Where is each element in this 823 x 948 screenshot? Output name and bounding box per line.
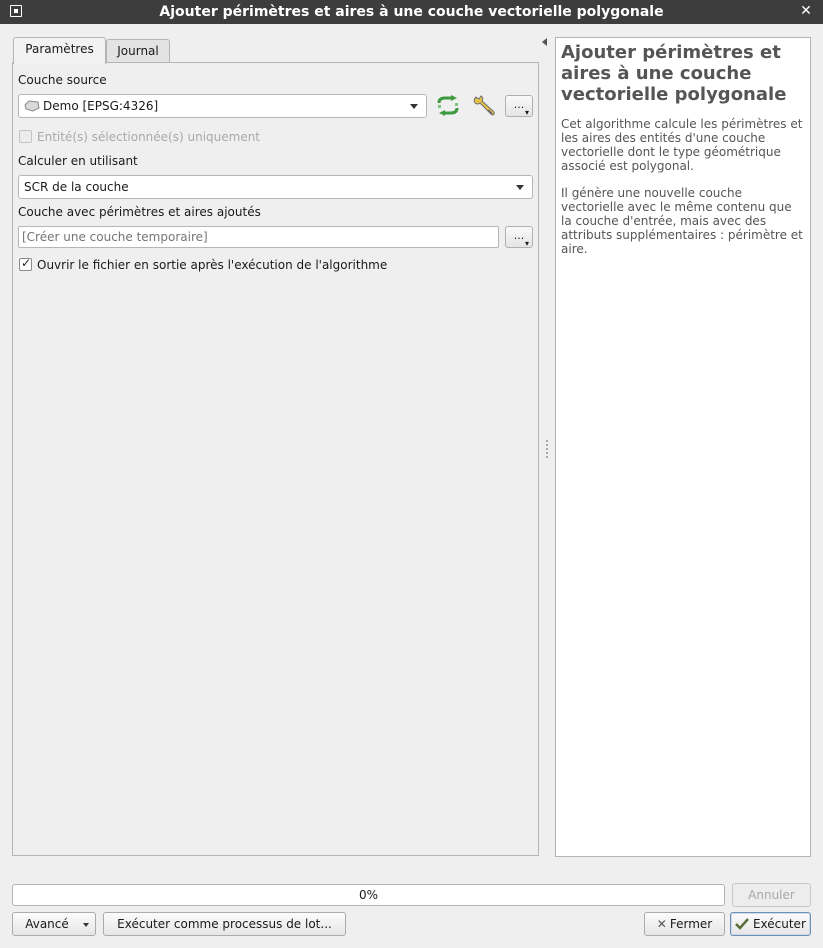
source-layer-value: Demo [EPSG:4326] — [43, 99, 159, 113]
help-paragraph: Cet algorithme calcule les périmètres et… — [561, 117, 803, 173]
source-layer-combo[interactable]: Demo [EPSG:4326] — [18, 94, 427, 118]
open-output-checkbox[interactable]: ✓ — [19, 256, 32, 271]
run-button[interactable]: Exécuter — [730, 912, 811, 936]
open-output-label: Ouvrir le fichier en sortie après l'exéc… — [37, 258, 388, 272]
help-title: Ajouter périmètres et aires à une couche… — [561, 42, 787, 105]
chevron-down-icon — [516, 185, 524, 190]
batch-process-button[interactable]: Exécuter comme processus de lot... — [103, 912, 346, 936]
chevron-down-icon — [83, 923, 89, 927]
progress-bar: 0% — [12, 884, 725, 906]
close-icon[interactable]: ✕ — [799, 3, 813, 19]
output-layer-label: Couche avec périmètres et aires ajoutés — [18, 205, 261, 219]
selected-only-checkbox[interactable] — [19, 130, 32, 143]
calc-using-value: SCR de la couche — [24, 180, 129, 194]
source-layer-options-button[interactable]: ... ▾ — [505, 95, 533, 117]
chevron-down-icon: ▾ — [524, 239, 529, 248]
chevron-down-icon — [410, 104, 418, 109]
source-layer-label: Couche source — [18, 73, 107, 87]
collapse-help-icon[interactable] — [542, 38, 547, 46]
help-paragraph: Il génère une nouvelle couche vectoriell… — [561, 186, 803, 256]
parameters-panel: Couche source Demo [EPSG:4326] ... ▾ Enti… — [12, 62, 539, 856]
calc-using-label: Calculer en utilisant — [18, 154, 138, 168]
run-check-icon — [735, 918, 750, 930]
wrench-icon[interactable] — [472, 94, 496, 118]
dots-label: ... — [513, 229, 525, 242]
progress-text: 0% — [358, 888, 379, 902]
output-layer-options-button[interactable]: ... ▾ — [505, 226, 533, 248]
advanced-label: Avancé — [25, 917, 69, 931]
window-title: Ajouter périmètres et aires à une couche… — [159, 4, 664, 20]
help-panel: Ajouter périmètres et aires à une couche… — [555, 37, 811, 857]
calc-using-combo[interactable]: SCR de la couche — [18, 175, 533, 199]
chevron-down-icon: ▾ — [524, 108, 529, 117]
close-button[interactable]: ✕ Fermer — [644, 912, 725, 936]
iterate-refresh-icon[interactable] — [436, 95, 460, 117]
splitter-handle[interactable] — [546, 440, 548, 458]
tab-journal[interactable]: Journal — [106, 39, 170, 62]
cancel-button[interactable]: Annuler — [732, 883, 811, 907]
run-label: Exécuter — [752, 917, 806, 931]
close-label: Fermer — [669, 917, 713, 931]
tab-parametres[interactable]: Paramètres — [13, 37, 106, 64]
selected-only-label: Entité(s) sélectionnée(s) uniquement — [37, 130, 261, 144]
advanced-button[interactable]: Avancé — [12, 912, 96, 936]
dots-label: ... — [513, 98, 525, 111]
close-x-icon: ✕ — [656, 917, 667, 931]
checkmark-icon: ✓ — [21, 256, 32, 270]
polygon-layer-icon — [24, 100, 40, 112]
title-bar: Ajouter périmètres et aires à une couche… — [0, 0, 823, 24]
output-layer-input[interactable] — [18, 226, 499, 248]
